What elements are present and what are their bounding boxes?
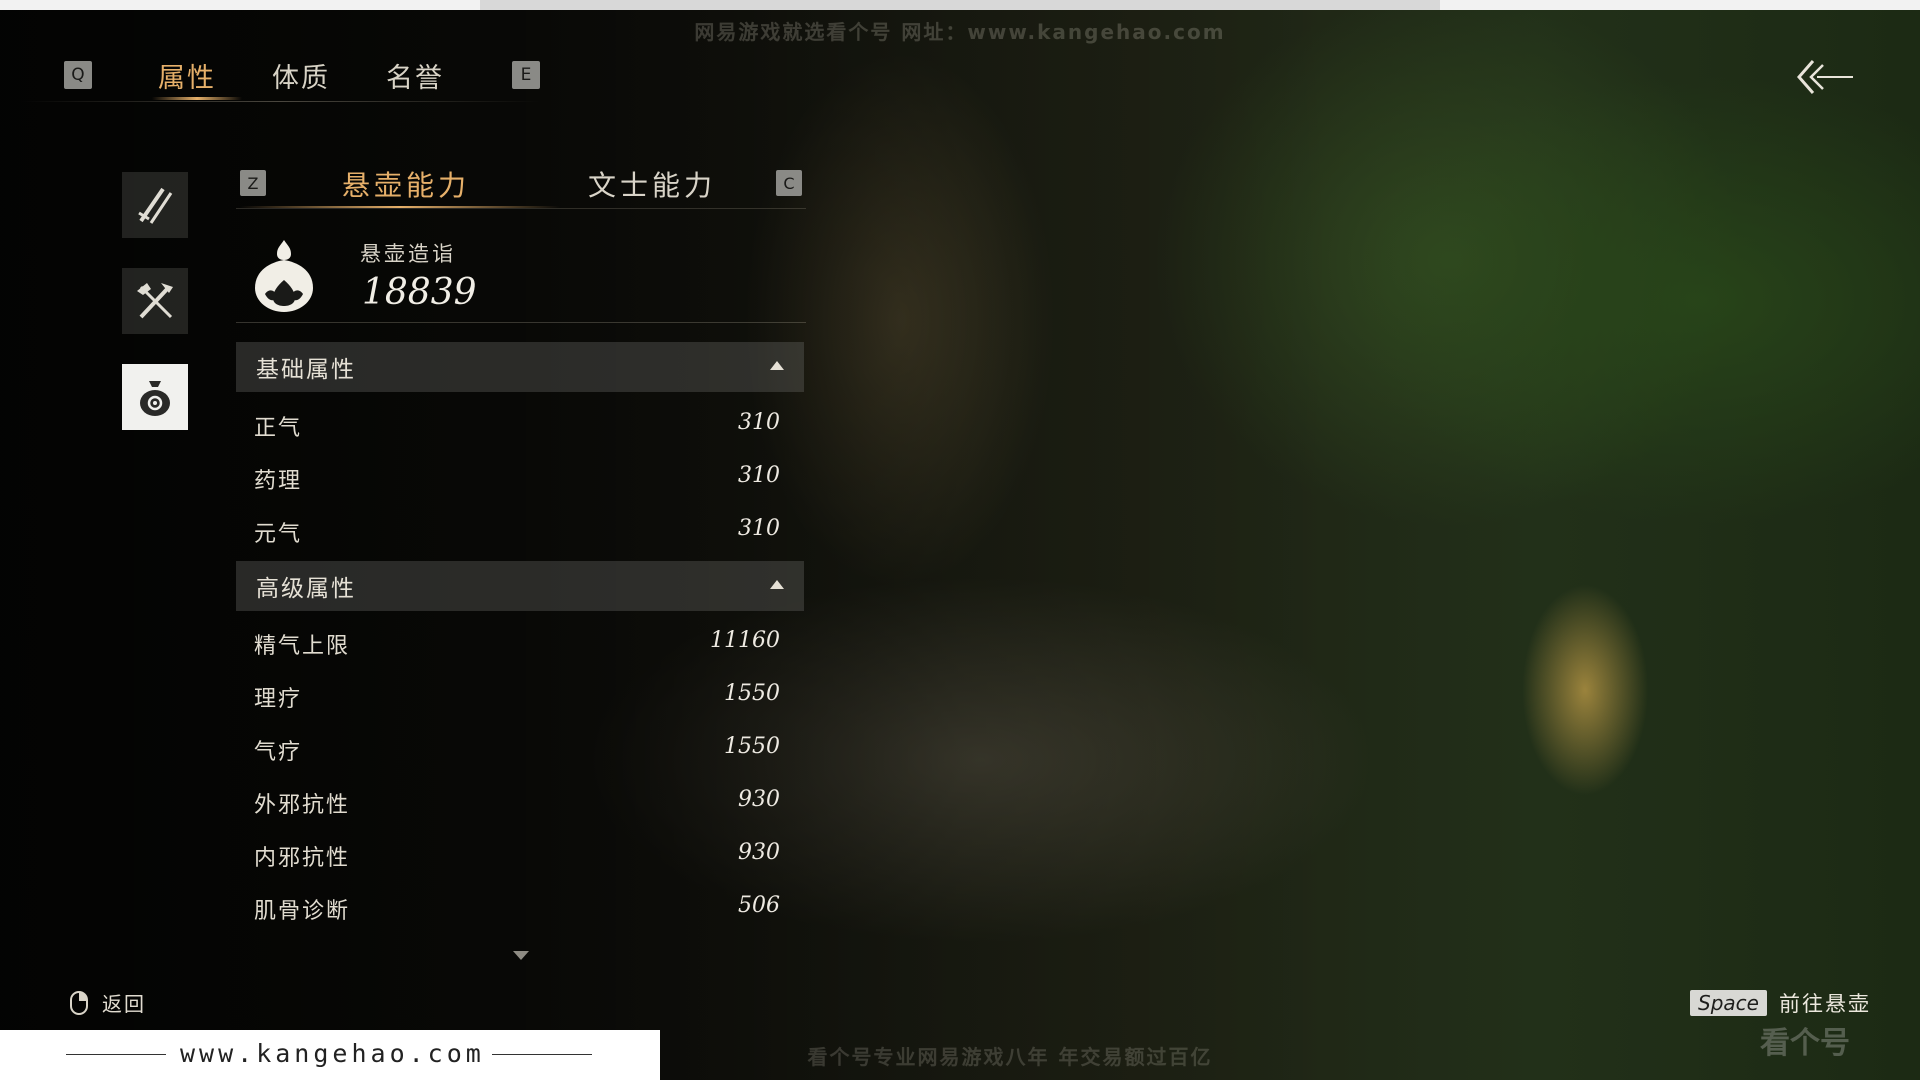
next-tab-key[interactable]: E: [512, 61, 540, 89]
stat-row: 精气上限 11160: [236, 622, 804, 662]
stat-value: 310: [738, 516, 780, 541]
stat-value: 506: [738, 893, 780, 918]
active-tab-underline: [152, 97, 242, 100]
stat-row: 药理 310: [236, 457, 804, 497]
stat-name: 肌骨诊断: [254, 899, 351, 924]
subtab-scholar-ability[interactable]: 文士能力: [588, 164, 716, 204]
tools-icon: [137, 283, 173, 319]
stat-name: 元气: [254, 522, 303, 547]
banner-line-right: [492, 1054, 592, 1055]
subtab-medicine-ability[interactable]: 悬壶能力: [342, 164, 470, 204]
prev-tab-key[interactable]: Q: [64, 61, 92, 89]
weapons-icon: [138, 187, 173, 224]
stat-row: 内邪抗性 930: [236, 834, 804, 874]
stat-name: 正气: [254, 416, 303, 441]
stat-name: 外邪抗性: [254, 793, 351, 818]
watermark-bottom: 看个号专业网易游戏八年 年交易额过百亿: [807, 1044, 1213, 1069]
mouse-right-click-icon: [70, 990, 88, 1015]
section-advanced-attributes[interactable]: 高级属性: [236, 561, 804, 611]
space-key: Space: [1690, 990, 1767, 1016]
stat-name: 气疗: [254, 740, 303, 765]
tab-attributes[interactable]: 属性: [158, 56, 216, 95]
tab-constitution[interactable]: 体质: [272, 56, 330, 95]
sidebar-item-weapons[interactable]: [122, 172, 188, 238]
back-arrow-icon[interactable]: [1795, 55, 1855, 99]
prev-subtab-key[interactable]: Z: [240, 170, 266, 196]
section-basic-attributes[interactable]: 基础属性: [236, 342, 804, 392]
goto-medicine-label: 前往悬壶: [1778, 992, 1871, 1016]
stat-value: 11160: [710, 628, 780, 653]
sidebar-item-tools[interactable]: [122, 268, 188, 334]
gourd-emblem-icon: [255, 240, 313, 312]
section-title: 高级属性: [256, 576, 356, 602]
stat-value: 1550: [724, 734, 780, 759]
stat-row: 元气 310: [236, 510, 804, 550]
sidebar-item-pouch[interactable]: [122, 364, 188, 430]
top-tabs-divider: [20, 101, 540, 102]
scroll-down-icon[interactable]: [513, 951, 529, 960]
watermark-corner: 看个号: [1760, 1026, 1850, 1061]
top-watermark-bar: [480, 0, 1440, 10]
stat-name: 内邪抗性: [254, 846, 351, 871]
stat-name: 药理: [254, 469, 303, 494]
goto-medicine-button[interactable]: Space 前往悬壶: [1690, 988, 1871, 1018]
site-url: www.kangehao.com: [180, 1039, 485, 1068]
stat-row: 理疗 1550: [236, 675, 804, 715]
return-label: 返回: [102, 992, 146, 1016]
collapse-caret-icon[interactable]: [770, 361, 784, 370]
banner-line-left: [66, 1054, 166, 1055]
next-subtab-key[interactable]: C: [776, 170, 802, 196]
summary-label: 悬壶造诣: [360, 242, 456, 266]
stat-value: 310: [738, 410, 780, 435]
collapse-caret-icon[interactable]: [770, 580, 784, 589]
summary-divider: [236, 322, 806, 323]
stat-row: 气疗 1550: [236, 728, 804, 768]
return-button[interactable]: 返回: [70, 988, 146, 1017]
stat-value: 930: [738, 787, 780, 812]
section-title: 基础属性: [256, 357, 356, 383]
pouch-icon: [140, 381, 170, 416]
stat-name: 精气上限: [254, 634, 351, 659]
tab-reputation[interactable]: 名誉: [386, 56, 444, 95]
stat-name: 理疗: [254, 687, 303, 712]
site-banner: www.kangehao.com: [0, 1030, 660, 1080]
subtabs-divider: [236, 208, 806, 209]
stat-row: 肌骨诊断 506: [236, 887, 804, 927]
stat-value: 310: [738, 463, 780, 488]
active-subtab-underline: [240, 206, 560, 208]
stat-row: 外邪抗性 930: [236, 781, 804, 821]
stat-row: 正气 310: [236, 404, 804, 444]
stat-value: 1550: [724, 681, 780, 706]
summary-value: 18839: [362, 272, 477, 313]
watermark-top: 网易游戏就选看个号 网址：www.kangehao.com: [694, 19, 1226, 44]
stat-value: 930: [738, 840, 780, 865]
